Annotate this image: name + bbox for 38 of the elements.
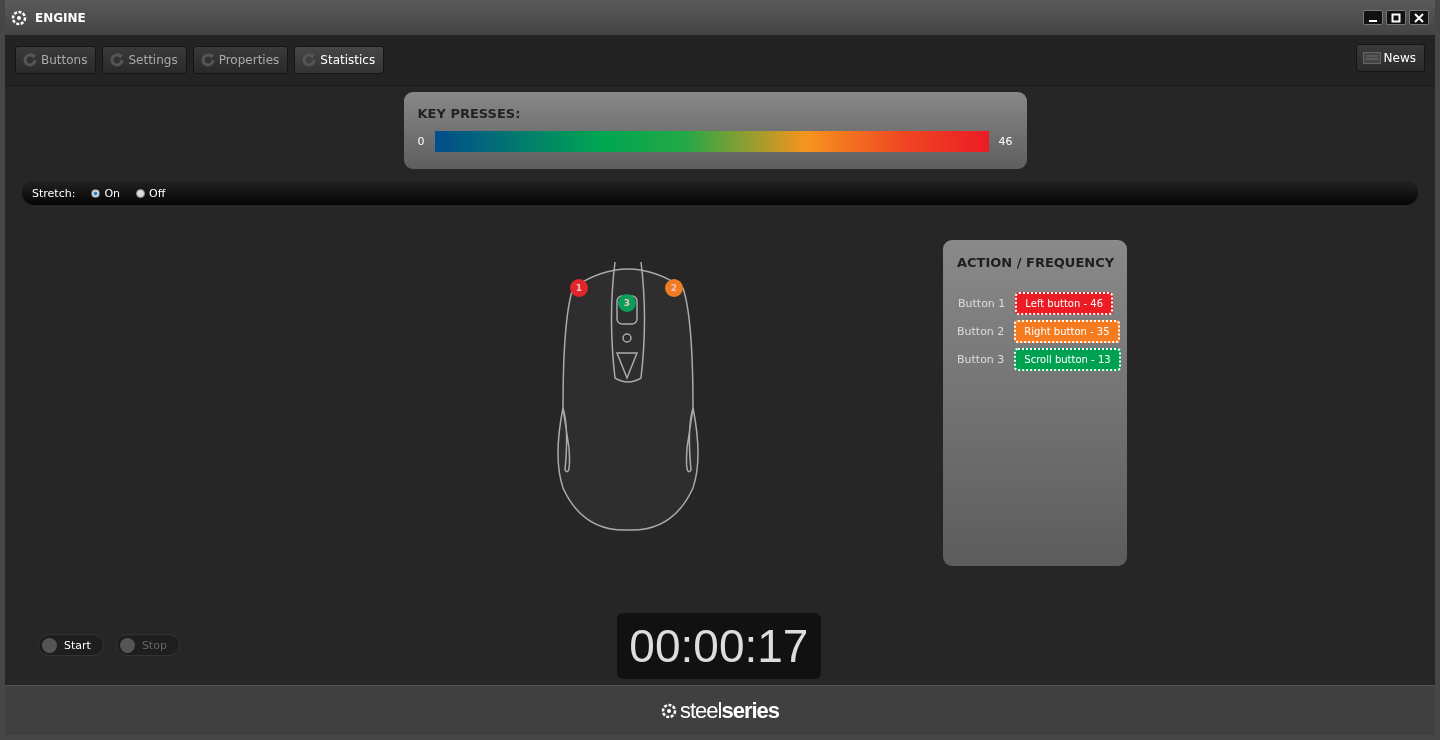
minimize-icon: [1369, 19, 1377, 22]
refresh-icon: [301, 52, 318, 68]
tab[interactable]: Buttons: [15, 46, 97, 74]
radio-option[interactable]: On: [91, 186, 121, 200]
scale-max-label: 46: [998, 135, 1013, 148]
tab[interactable]: Properties: [192, 46, 289, 74]
stretch-label: Stretch:: [32, 186, 76, 200]
refresh-icon: [199, 52, 216, 68]
gear-logo-icon: [660, 702, 677, 719]
button-label: Button 2: [957, 325, 1005, 338]
window-title: ENGINE: [35, 10, 86, 25]
marker-badge: 1: [570, 279, 588, 297]
maximize-button[interactable]: [1386, 10, 1406, 25]
knob-icon: [119, 637, 135, 653]
close-button[interactable]: [1409, 10, 1429, 25]
action-tag: Left button - 46: [1015, 292, 1113, 315]
action-tag: Scroll button - 13: [1014, 348, 1121, 371]
button-label: Button 3: [957, 353, 1005, 366]
panel-title: KEY PRESSES:: [417, 106, 522, 121]
refresh-icon: [22, 52, 38, 68]
tab[interactable]: Settings: [102, 46, 187, 74]
button-label: Button 1: [957, 297, 1006, 310]
close-icon: [1414, 12, 1424, 23]
radio-option[interactable]: Off: [136, 186, 166, 200]
news-button[interactable]: News: [1355, 44, 1425, 72]
minimize-button[interactable]: [1363, 10, 1383, 25]
maximize-icon: [1391, 12, 1401, 23]
toggle-button[interactable]: Start: [38, 634, 104, 656]
refresh-icon: [109, 52, 126, 68]
action-tag: Right button - 35: [1014, 320, 1120, 343]
panel-title: ACTION / FREQUENCY: [957, 255, 1113, 270]
scale-min-label: 0: [417, 135, 425, 148]
brand-logo: steelseries: [679, 697, 780, 724]
gear-logo-icon: [11, 9, 27, 26]
timer-display: 00:00:17: [616, 613, 821, 679]
knob-icon: [42, 637, 57, 653]
newspaper-icon: [1362, 52, 1381, 64]
tab[interactable]: Statistics: [294, 46, 385, 74]
